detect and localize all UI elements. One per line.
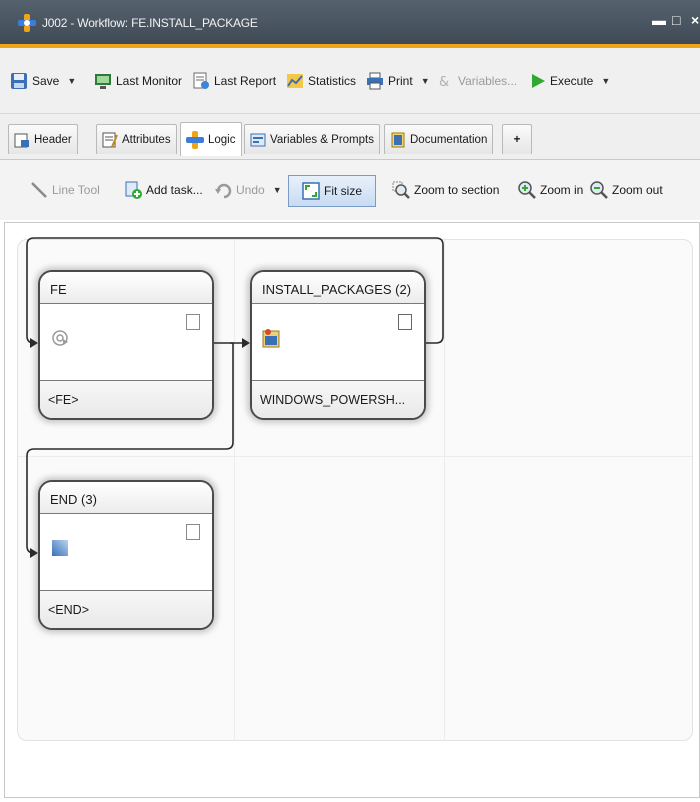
- header-icon: [14, 133, 29, 147]
- fit-size-label: Fit size: [323, 184, 362, 198]
- variables-label: Variables...: [458, 74, 518, 88]
- zoom-out-icon: [590, 181, 608, 199]
- undo-dropdown-icon[interactable]: ▼: [273, 185, 282, 195]
- add-tab-button[interactable]: +: [502, 124, 532, 154]
- zoom-in-button[interactable]: Zoom in: [518, 178, 583, 202]
- statistics-icon: [287, 74, 303, 88]
- grid-line: [18, 456, 692, 457]
- save-icon: [11, 73, 27, 89]
- undo-button[interactable]: Undo ▼: [214, 178, 282, 202]
- logic-icon: [186, 130, 204, 149]
- documentation-icon: [391, 132, 405, 147]
- task-node-fe[interactable]: FE <FE>: [38, 270, 214, 420]
- add-task-button[interactable]: Add task...: [124, 178, 203, 202]
- zoom-out-button[interactable]: Zoom out: [590, 178, 663, 202]
- zoom-in-label: Zoom in: [540, 183, 584, 197]
- start-task-icon: [52, 330, 68, 346]
- undo-label: Undo: [236, 183, 265, 197]
- logic-toolbar: Line Tool Add task... Undo ▼ Fit size Zoo…: [0, 160, 700, 220]
- task-node-body: [40, 514, 212, 590]
- tab-variables-prompts[interactable]: Variables & Prompts: [244, 124, 380, 154]
- task-menu-icon[interactable]: [398, 314, 412, 330]
- variables-icon: &: [439, 75, 449, 90]
- last-report-button[interactable]: Last Report: [192, 70, 276, 92]
- print-dropdown-icon[interactable]: ▼: [421, 76, 430, 86]
- powershell-job-icon: [262, 329, 280, 348]
- tab-attributes[interactable]: Attributes: [96, 124, 177, 154]
- print-label: Print: [388, 74, 413, 88]
- fit-size-button[interactable]: Fit size: [288, 175, 376, 207]
- last-monitor-label: Last Monitor: [116, 74, 183, 88]
- line-tool-label: Line Tool: [52, 183, 100, 197]
- line-tool-icon: [31, 182, 47, 198]
- minimize-button[interactable]: ▬: [652, 12, 666, 28]
- zoom-out-label: Zoom out: [612, 183, 663, 197]
- fit-size-icon: [302, 182, 320, 200]
- add-task-icon: [125, 181, 142, 199]
- last-monitor-button[interactable]: Last Monitor: [94, 70, 182, 92]
- play-icon: [532, 74, 545, 88]
- attributes-icon: [102, 132, 118, 147]
- add-task-label: Add task...: [146, 183, 203, 197]
- task-node-body: [252, 304, 424, 380]
- undo-icon: [215, 183, 232, 199]
- zoom-to-section-button[interactable]: Zoom to section: [392, 178, 499, 202]
- task-node-title: FE: [40, 272, 212, 304]
- print-icon: [367, 72, 383, 90]
- zoom-to-section-icon: [392, 181, 410, 199]
- task-node-footer: WINDOWS_POWERSH...: [252, 380, 424, 418]
- tab-documentation[interactable]: Documentation: [384, 124, 494, 154]
- task-menu-icon[interactable]: [186, 314, 200, 330]
- main-toolbar: Save ▼ Last Monitor Last Report Statistic…: [0, 48, 700, 114]
- task-node-footer: <FE>: [40, 380, 212, 418]
- window-title-bar: J002 - Workflow: FE.INSTALL_PACKAGE ▬ □ …: [0, 0, 700, 48]
- line-tool-button[interactable]: Line Tool: [30, 178, 100, 202]
- task-menu-icon[interactable]: [186, 524, 200, 540]
- execute-label: Execute: [550, 74, 594, 88]
- task-node-title: END (3): [40, 482, 212, 514]
- statistics-label: Statistics: [308, 74, 357, 88]
- workflow-app-icon: [18, 14, 36, 32]
- svg-text:&: &: [439, 75, 449, 90]
- zoom-to-section-label: Zoom to section: [414, 183, 500, 197]
- execute-button[interactable]: Execute ▼: [530, 70, 610, 92]
- variables-prompts-icon: [250, 133, 266, 146]
- end-task-icon: [52, 540, 68, 556]
- statistics-button[interactable]: Statistics: [286, 70, 356, 92]
- print-button[interactable]: Print ▼: [366, 70, 430, 92]
- tab-logic[interactable]: Logic: [180, 122, 242, 156]
- tab-header-label: Header: [34, 133, 72, 146]
- save-label: Save: [32, 74, 60, 88]
- task-node-title: INSTALL_PACKAGES (2): [252, 272, 424, 304]
- report-icon: [193, 72, 209, 89]
- save-button[interactable]: Save ▼: [10, 70, 76, 92]
- grid-line: [444, 240, 445, 740]
- task-node-install-packages[interactable]: INSTALL_PACKAGES (2) WINDOWS_POWERSH...: [250, 270, 426, 420]
- execute-dropdown-icon[interactable]: ▼: [601, 76, 610, 86]
- window-title: J002 - Workflow: FE.INSTALL_PACKAGE: [42, 16, 258, 30]
- variables-button[interactable]: & Variables...: [438, 70, 517, 92]
- tab-bar: Header Attributes Logic Variables & Prom…: [0, 114, 700, 160]
- monitor-icon: [95, 74, 111, 89]
- tab-variables-prompts-label: Variables & Prompts: [270, 133, 374, 146]
- tab-documentation-label: Documentation: [410, 133, 488, 146]
- maximize-button[interactable]: □: [672, 12, 680, 28]
- grid-line: [234, 240, 235, 740]
- zoom-in-icon: [518, 181, 536, 199]
- save-dropdown-icon[interactable]: ▼: [67, 76, 76, 86]
- add-tab-label: +: [513, 133, 521, 146]
- task-node-end[interactable]: END (3) <END>: [38, 480, 214, 630]
- tab-logic-label: Logic: [208, 133, 236, 146]
- tab-attributes-label: Attributes: [122, 133, 171, 146]
- task-node-footer: <END>: [40, 590, 212, 628]
- task-node-body: [40, 304, 212, 380]
- tab-header[interactable]: Header: [8, 124, 78, 154]
- last-report-label: Last Report: [214, 74, 277, 88]
- close-button[interactable]: ×: [691, 12, 699, 28]
